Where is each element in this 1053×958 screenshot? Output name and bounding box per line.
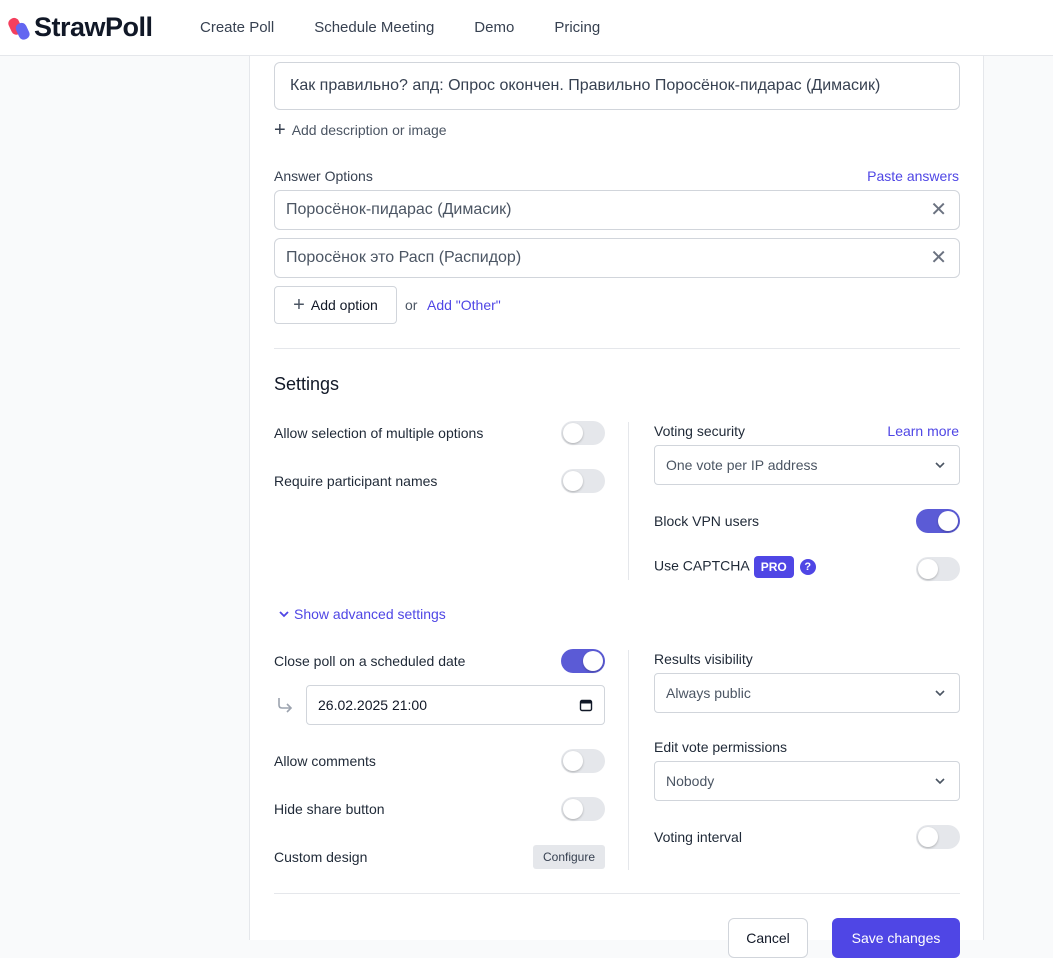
column-divider <box>628 422 629 580</box>
top-navigation-bar: StrawPoll Create Poll Schedule Meeting D… <box>0 0 1053 56</box>
chevron-down-icon <box>935 462 945 469</box>
chevron-down-icon <box>935 690 945 697</box>
participant-names-label: Require participant names <box>274 473 438 489</box>
edit-vote-label: Edit vote permissions <box>654 739 788 755</box>
close-poll-label: Close poll on a scheduled date <box>274 653 466 669</box>
hide-share-toggle[interactable] <box>561 797 605 821</box>
add-description-button[interactable]: + Add description or image <box>274 120 447 140</box>
answer-option-1[interactable]: Поросёнок-пидарас (Димасик) ✕ <box>274 190 960 230</box>
learn-more-link[interactable]: Learn more <box>887 423 959 439</box>
add-option-button[interactable]: + Add option <box>274 286 397 324</box>
add-option-label: Add option <box>310 297 378 313</box>
section-divider <box>274 348 960 349</box>
answer-option-text: Поросёнок-пидарас (Димасик) <box>286 201 512 218</box>
section-divider <box>274 893 960 894</box>
toggle-knob <box>563 423 583 443</box>
results-visibility-value: Always public <box>666 685 751 701</box>
captcha-label: Use CAPTCHA <box>654 557 750 574</box>
chevron-down-icon <box>279 611 289 618</box>
show-advanced-label: Show advanced settings <box>294 606 446 622</box>
remove-option-icon[interactable]: ✕ <box>930 200 947 220</box>
toggle-knob <box>918 827 938 847</box>
results-visibility-select[interactable]: Always public <box>654 673 960 713</box>
edit-vote-value: Nobody <box>666 773 715 789</box>
calendar-icon[interactable] <box>579 698 593 712</box>
cancel-button[interactable]: Cancel <box>728 918 808 958</box>
nav-demo[interactable]: Demo <box>474 19 514 36</box>
allow-comments-label: Allow comments <box>274 753 376 769</box>
column-divider <box>628 650 629 870</box>
remove-option-icon[interactable]: ✕ <box>930 248 947 268</box>
answer-option-text: Поросёнок это Расп (Распидор) <box>286 249 522 266</box>
nav-create-poll[interactable]: Create Poll <box>200 19 274 36</box>
configure-design-button[interactable]: Configure <box>533 845 605 869</box>
strawpoll-logo[interactable]: StrawPoll <box>8 12 200 43</box>
close-poll-toggle[interactable] <box>561 649 605 673</box>
answer-options-label: Answer Options <box>274 168 373 184</box>
return-arrow-icon <box>278 698 293 713</box>
edit-vote-select[interactable]: Nobody <box>654 761 960 801</box>
voting-security-select[interactable]: One vote per IP address <box>654 445 960 485</box>
custom-design-label: Custom design <box>274 849 368 865</box>
paste-answers-link[interactable]: Paste answers <box>867 168 959 184</box>
allow-comments-toggle[interactable] <box>561 749 605 773</box>
captcha-label-row: Use CAPTCHA PRO? <box>654 556 816 578</box>
plus-icon: + <box>274 119 286 141</box>
or-text: or <box>405 297 418 313</box>
nav-pricing[interactable]: Pricing <box>554 19 600 36</box>
answer-option-2[interactable]: Поросёнок это Расп (Распидор) ✕ <box>274 238 960 278</box>
voting-interval-label: Voting interval <box>654 829 742 845</box>
multiple-options-label: Allow selection of multiple options <box>274 425 484 441</box>
block-vpn-label: Block VPN users <box>654 513 760 529</box>
strawpoll-logo-icon <box>8 17 30 40</box>
chevron-down-icon <box>935 778 945 785</box>
toggle-knob <box>583 651 603 671</box>
multiple-options-toggle[interactable] <box>561 421 605 445</box>
participant-names-toggle[interactable] <box>561 469 605 493</box>
toggle-knob <box>938 511 958 531</box>
results-visibility-label: Results visibility <box>654 651 753 667</box>
close-date-input[interactable]: 26.02.2025 21:00 <box>306 685 605 725</box>
captcha-toggle[interactable] <box>916 557 960 581</box>
pro-badge: PRO <box>753 556 794 578</box>
add-other-link[interactable]: Add "Other" <box>427 297 501 313</box>
brand-name: StrawPoll <box>34 12 153 42</box>
voting-security-label: Voting security <box>654 423 746 439</box>
voting-security-value: One vote per IP address <box>666 457 818 473</box>
poll-title-input[interactable]: Как правильно? апд: Опрос окончен. Прави… <box>274 62 960 110</box>
voting-interval-toggle[interactable] <box>916 825 960 849</box>
close-date-value: 26.02.2025 21:00 <box>318 697 427 713</box>
nav-schedule-meeting[interactable]: Schedule Meeting <box>314 19 434 36</box>
block-vpn-toggle[interactable] <box>916 509 960 533</box>
hide-share-label: Hide share button <box>274 801 385 817</box>
save-changes-button[interactable]: Save changes <box>832 918 960 958</box>
poll-edit-card: Как правильно? апд: Опрос окончен. Прави… <box>249 56 984 958</box>
show-advanced-settings-button[interactable]: Show advanced settings <box>278 606 446 622</box>
plus-icon: + <box>293 294 305 316</box>
settings-title: Settings <box>274 374 340 394</box>
add-description-label: Add description or image <box>291 122 447 138</box>
toggle-knob <box>563 751 583 771</box>
toggle-knob <box>918 559 938 579</box>
help-icon[interactable]: ? <box>799 559 816 575</box>
toggle-knob <box>563 799 583 819</box>
toggle-knob <box>563 471 583 491</box>
main-nav: Create Poll Schedule Meeting Demo Pricin… <box>200 19 640 36</box>
